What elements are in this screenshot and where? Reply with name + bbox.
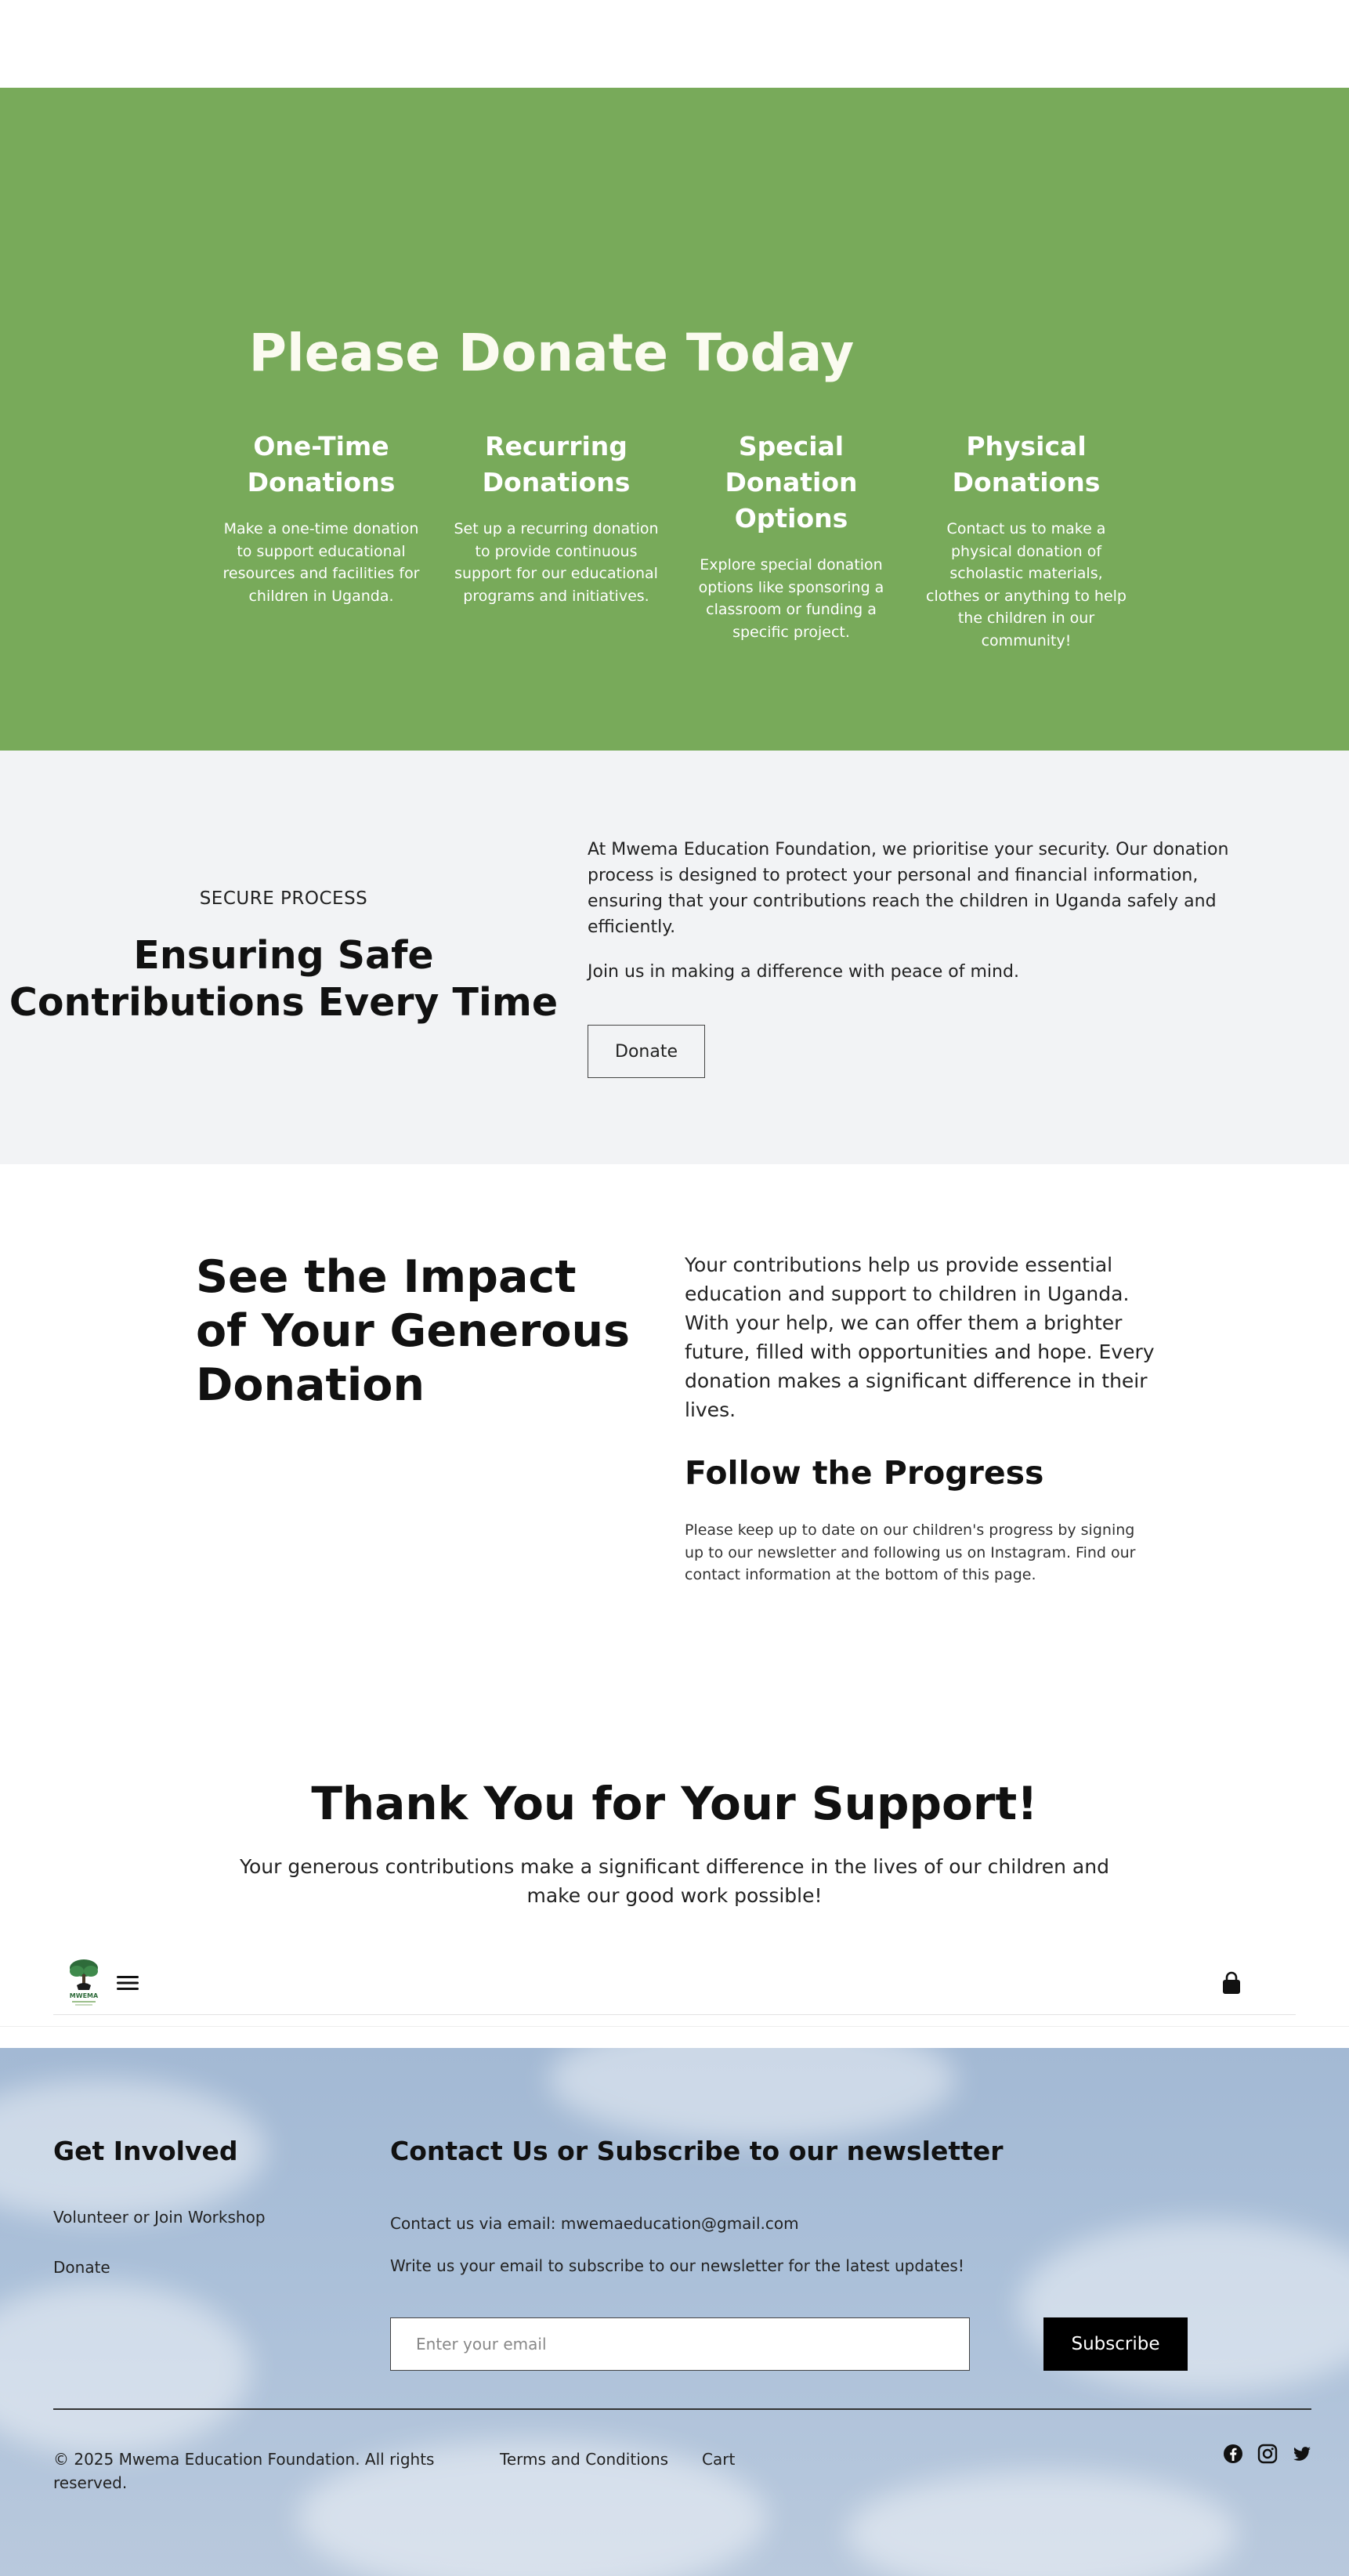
donation-option-text: Make a one-time donation to support educ…: [222, 520, 420, 605]
cart-link[interactable]: Cart: [702, 2448, 735, 2471]
cloud-decoration: [548, 2048, 956, 2142]
volunteer-link[interactable]: Volunteer or Join Workshop: [53, 2208, 266, 2227]
donation-option-text: Explore special donation options like sp…: [698, 556, 884, 641]
donation-option-text: Contact us to make a physical donation o…: [926, 520, 1127, 649]
secure-process-text: At Mwema Education Foundation, we priori…: [588, 837, 1238, 985]
footer-divider: [53, 2408, 1311, 2410]
shopping-bag-icon[interactable]: [1217, 1970, 1246, 1998]
logo-text: MWEMA: [70, 1992, 99, 1999]
footer: Get Involved Contact Us or Subscribe to …: [0, 2048, 1349, 2576]
donation-option-title: Special Donation Options: [725, 431, 858, 534]
donate-button[interactable]: Donate: [588, 1025, 705, 1078]
cloud-decoration: [0, 2283, 251, 2455]
copyright: © 2025 Mwema Education Foundation. All r…: [53, 2450, 435, 2492]
secure-paragraph-1: At Mwema Education Foundation, we priori…: [588, 840, 1229, 937]
donation-options: One-Time Donations Make a one-time donat…: [204, 429, 1144, 652]
cloud-decoration: [846, 2471, 1238, 2576]
donation-option-recurring: Recurring Donations Set up a recurring d…: [439, 429, 674, 652]
mini-header: MWEMA: [53, 1951, 1296, 2015]
hamburger-menu-icon[interactable]: [114, 1971, 141, 1995]
instagram-icon[interactable]: [1257, 2443, 1278, 2465]
facebook-icon[interactable]: [1222, 2443, 1244, 2465]
donation-option-special: Special Donation Options Explore special…: [674, 429, 909, 652]
donate-section: Please Donate Today One-Time Donations M…: [0, 88, 1349, 751]
subscribe-text: Write us your email to subscribe to our …: [390, 2256, 964, 2275]
twitter-icon[interactable]: [1291, 2443, 1313, 2465]
secure-process-label: SECURE PROCESS: [199, 888, 368, 909]
donation-option-title: One-Time Donations: [247, 431, 396, 497]
donation-option-one-time: One-Time Donations Make a one-time donat…: [204, 429, 439, 652]
donate-title: Please Donate Today: [248, 323, 855, 383]
impact-title: See the Impact of Your Generous Donation: [196, 1251, 630, 1411]
donation-option-title: Recurring Donations: [482, 431, 631, 497]
thanks-body: Your generous contributions make a signi…: [240, 1855, 1109, 1907]
donation-option-title: Physical Donations: [952, 431, 1101, 497]
terms-link[interactable]: Terms and Conditions: [500, 2448, 668, 2471]
footer-donate-link[interactable]: Donate: [53, 2258, 110, 2277]
contact-email-text: Contact us via email: mwemaeducation@gma…: [390, 2214, 799, 2233]
progress-body: Please keep up to date on our children's…: [685, 1521, 1136, 1583]
email-input[interactable]: [390, 2317, 970, 2371]
divider: [0, 2026, 1349, 2027]
donation-option-physical: Physical Donations Contact us to make a …: [909, 429, 1144, 652]
subscribe-button[interactable]: Subscribe: [1043, 2317, 1188, 2371]
secure-process-section: SECURE PROCESS Ensuring Safe Contributio…: [0, 751, 1349, 1164]
thanks-title: Thank You for Your Support!: [311, 1777, 1038, 1830]
progress-title: Follow the Progress: [685, 1454, 1044, 1492]
site-logo[interactable]: MWEMA: [64, 1957, 103, 2009]
contact-title: Contact Us or Subscribe to our newslette…: [390, 2136, 1004, 2166]
get-involved-title: Get Involved: [53, 2136, 238, 2166]
secure-process-title: Ensuring Safe Contributions Every Time: [9, 933, 559, 1025]
secure-paragraph-2: Join us in making a difference with peac…: [588, 962, 1019, 982]
donation-option-text: Set up a recurring donation to provide c…: [454, 520, 659, 605]
impact-body: Your contributions help us provide essen…: [685, 1254, 1155, 1421]
